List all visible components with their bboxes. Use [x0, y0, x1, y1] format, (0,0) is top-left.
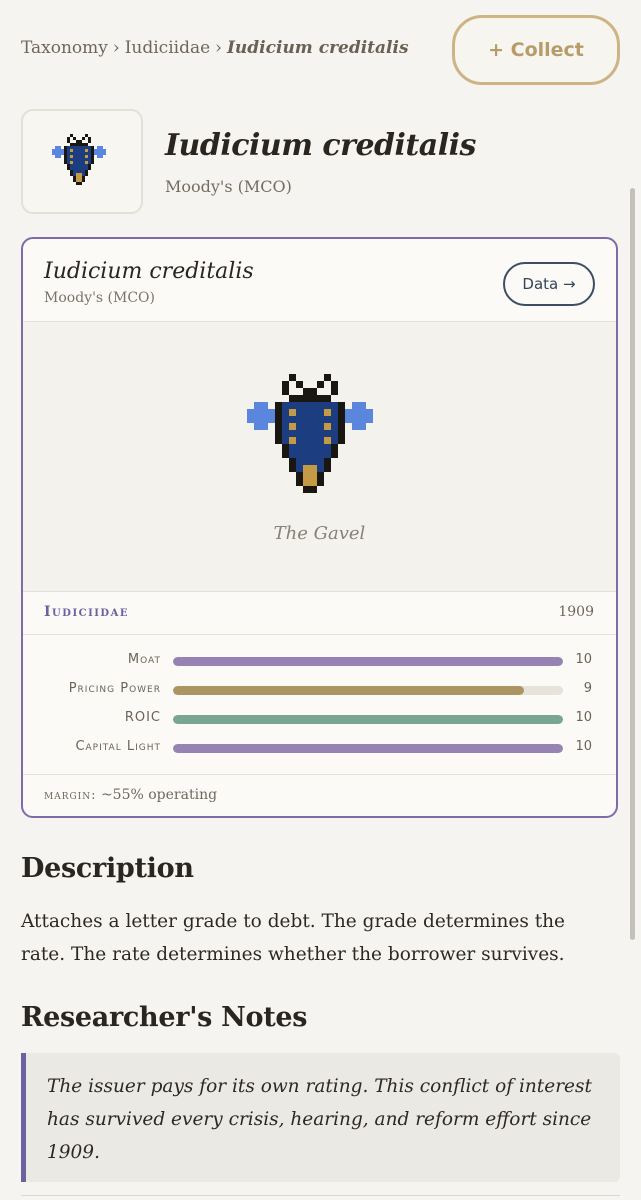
scrollbar[interactable] [630, 188, 635, 940]
specimen-nickname: The Gavel [273, 523, 366, 544]
founding-year: 1909 [558, 604, 594, 620]
page-title: Iudicium creditalis [165, 128, 476, 163]
stat-label: Moat [127, 652, 161, 667]
margin-line: margin: ~55% operating [44, 787, 217, 803]
stat-value: 10 [575, 710, 592, 725]
page-subtitle: Moody's (MCO) [165, 177, 292, 196]
stat-value: 9 [583, 681, 592, 696]
notes-heading: Researcher's Notes [21, 1002, 308, 1033]
stat-bar-fill [173, 715, 563, 724]
beetle-sprite-icon [247, 367, 387, 504]
stat-bar [173, 657, 563, 666]
specimen-art: The Gavel [23, 322, 616, 592]
breadcrumb-item-taxonomy[interactable]: Taxonomy [21, 38, 108, 58]
breadcrumb-current: Iudicium creditalis [226, 38, 409, 58]
description-heading: Description [21, 853, 194, 884]
stats-panel: Moat 10 Pricing Power 9 ROIC 10 Capital … [23, 635, 616, 775]
stat-bar [173, 744, 563, 753]
stat-row: Moat 10 [23, 651, 616, 671]
researcher-note-text: The issuer pays for its own rating. This… [47, 1076, 592, 1163]
stat-label: ROIC [124, 710, 161, 725]
data-button[interactable]: Data → [503, 262, 595, 306]
stat-row: Pricing Power 9 [23, 680, 616, 700]
stat-label: Capital Light [75, 739, 161, 754]
card-title: Iudicium creditalis [44, 259, 254, 284]
family-name: Iudiciidae [44, 604, 129, 620]
stat-bar [173, 686, 563, 695]
specimen-thumbnail[interactable] [21, 109, 143, 214]
card-header: Iudicium creditalis Moody's (MCO) Data → [23, 239, 616, 322]
stat-bar [173, 715, 563, 724]
breadcrumb-separator: › [215, 38, 222, 58]
stat-row: Capital Light 10 [23, 738, 616, 758]
stat-value: 10 [575, 739, 592, 754]
beetle-sprite-icon [52, 131, 112, 192]
margin-label: margin: [44, 788, 97, 803]
divider [21, 1195, 620, 1196]
stat-bar-fill [173, 657, 563, 666]
breadcrumb: Taxonomy › Iudiciidae › Iudicium creditalis [21, 38, 409, 58]
stat-bar-fill [173, 686, 524, 695]
stat-value: 10 [575, 652, 592, 667]
specimen-card: Iudicium creditalis Moody's (MCO) Data →… [21, 237, 618, 818]
breadcrumb-separator: › [112, 38, 120, 58]
card-subtitle: Moody's (MCO) [44, 290, 155, 306]
stat-row: ROIC 10 [23, 709, 616, 729]
researcher-note: The issuer pays for its own rating. This… [21, 1053, 620, 1182]
collect-button[interactable]: + Collect [452, 15, 620, 85]
stat-label: Pricing Power [68, 681, 161, 696]
stat-bar-fill [173, 744, 563, 753]
description-text: Attaches a letter grade to debt. The gra… [21, 911, 565, 965]
breadcrumb-item-family[interactable]: Iudiciidae [125, 38, 210, 58]
family-row: Iudiciidae 1909 [23, 592, 616, 635]
margin-value: ~55% operating [100, 787, 218, 803]
